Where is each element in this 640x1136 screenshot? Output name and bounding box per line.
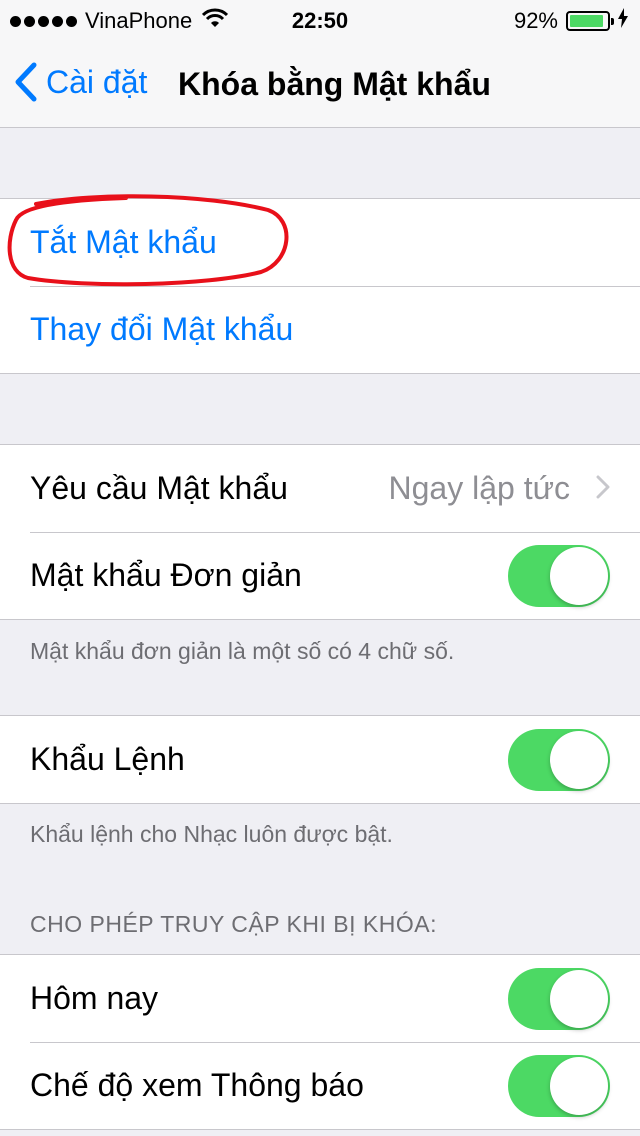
toggle-knob [550,1056,608,1115]
chevron-left-icon [15,62,37,102]
charging-bolt-icon [618,8,628,34]
notifications-view-row: Chế độ xem Thông báo [0,1042,640,1129]
battery-icon [566,11,614,31]
require-group: Yêu cầu Mật khẩu Ngay lập tức Mật khẩu Đ… [0,444,640,620]
change-passcode-label: Thay đổi Mật khẩu [30,311,294,347]
toggle-knob [550,546,608,605]
simple-passcode-footer: Mật khẩu đơn giản là một số có 4 chữ số. [30,638,455,664]
back-button[interactable]: Cài đặt [14,62,147,102]
notifications-view-toggle[interactable] [508,1054,610,1117]
change-passcode-button[interactable]: Thay đổi Mật khẩu [0,286,640,373]
toggle-knob [550,969,608,1028]
notifications-view-label: Chế độ xem Thông báo [30,1067,364,1103]
status-right: 92% [514,8,628,34]
voice-dial-footer: Khẩu lệnh cho Nhạc luôn được bật. [30,821,393,847]
today-toggle[interactable] [508,967,610,1030]
back-label: Cài đặt [46,63,148,100]
locked-access-header: CHO PHÉP TRUY CẬP KHI BỊ KHÓA: [30,911,437,937]
status-bar: VinaPhone 22:50 92% [0,0,640,40]
simple-passcode-label: Mật khẩu Đơn giản [30,557,302,593]
turn-off-passcode-label: Tắt Mật khẩu [30,224,217,260]
simple-passcode-toggle[interactable] [508,544,610,607]
chevron-right-icon [596,475,610,499]
locked-access-group: Hôm nay Chế độ xem Thông báo [0,954,640,1130]
voice-dial-toggle[interactable] [508,728,610,791]
voice-dial-label: Khẩu Lệnh [30,741,185,777]
page-title: Khóa bằng Mật khẩu [178,66,491,102]
simple-passcode-row: Mật khẩu Đơn giản [0,532,640,619]
passcode-group: Tắt Mật khẩu Thay đổi Mật khẩu [0,198,640,374]
require-passcode-row[interactable]: Yêu cầu Mật khẩu Ngay lập tức [0,445,640,532]
today-label: Hôm nay [30,980,159,1016]
battery-level [570,15,603,27]
toggle-knob [550,730,608,789]
require-passcode-label: Yêu cầu Mật khẩu [30,470,288,506]
navigation-bar: Cài đặt Khóa bằng Mật khẩu [0,40,640,128]
voice-dial-row: Khẩu Lệnh [0,716,640,803]
turn-off-passcode-button[interactable]: Tắt Mật khẩu [0,199,640,286]
battery-percent: 92% [513,8,558,33]
voice-group: Khẩu Lệnh [0,715,640,804]
today-row: Hôm nay [0,955,640,1042]
require-passcode-value: Ngay lập tức [388,470,571,506]
